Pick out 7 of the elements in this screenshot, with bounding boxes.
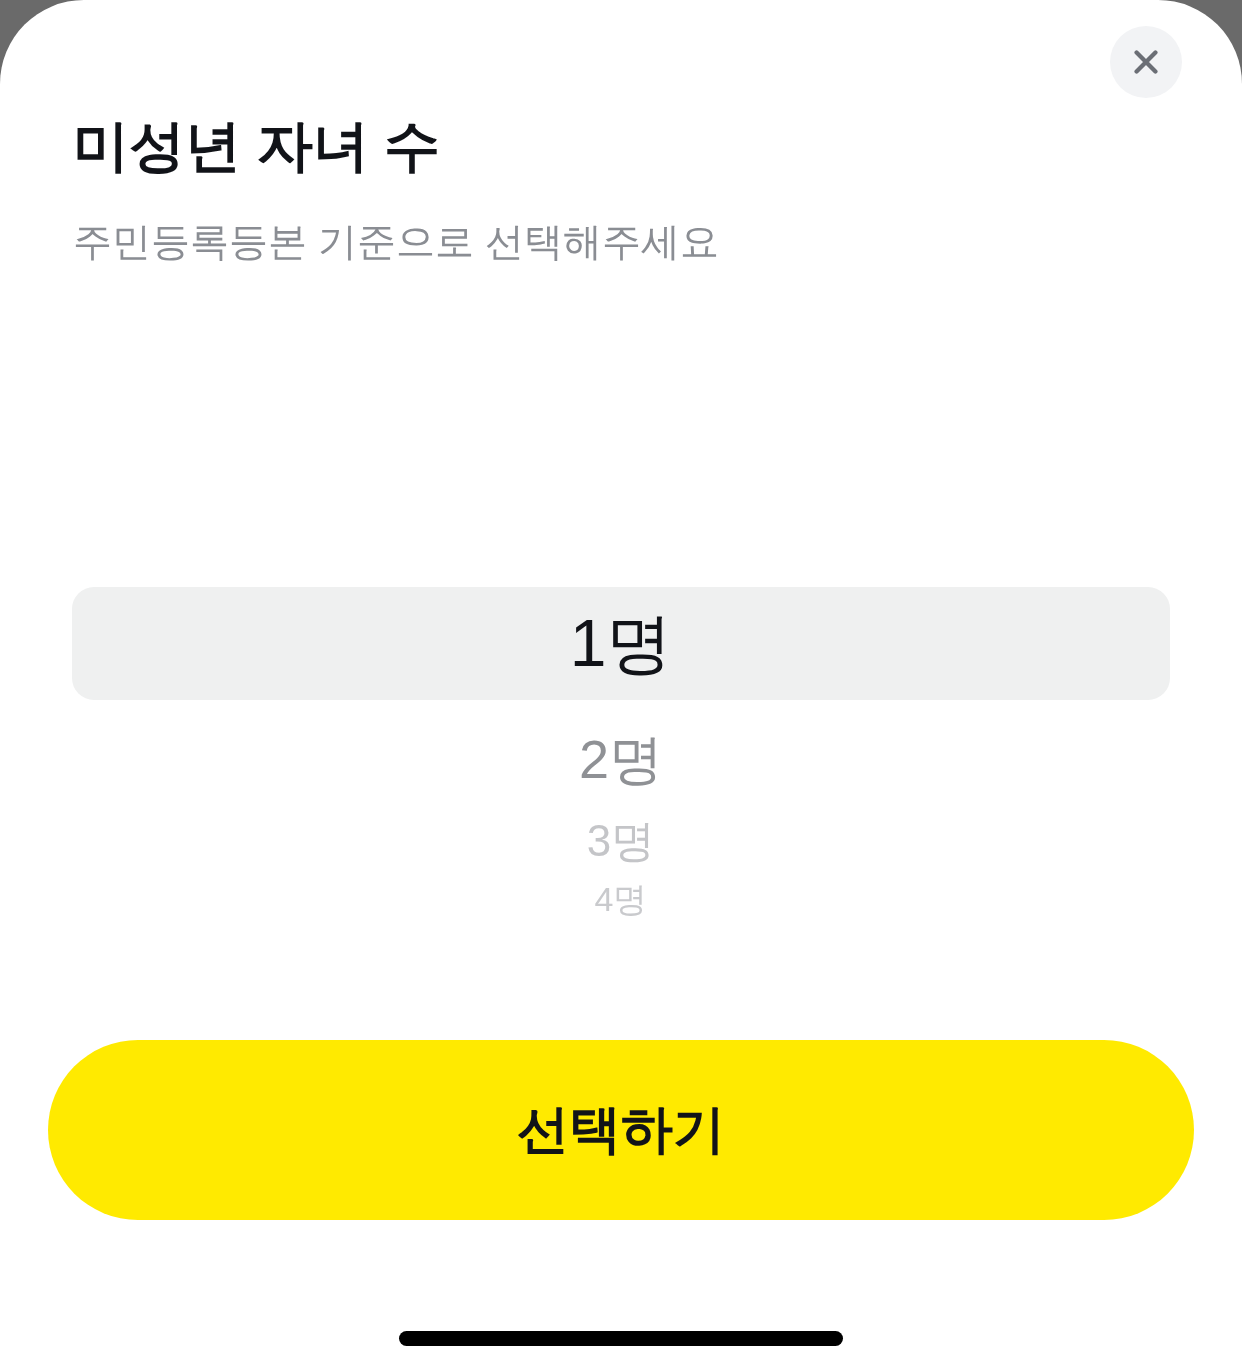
picker-selected-row[interactable]: 1명 bbox=[72, 587, 1170, 700]
picker-option[interactable]: 3명 bbox=[72, 816, 1170, 866]
sheet-subtitle: 주민등록등본 기준으로 선택해주세요 bbox=[73, 219, 719, 265]
sheet-title: 미성년 자녀 수 bbox=[73, 113, 441, 179]
confirm-button[interactable]: 선택하기 bbox=[48, 1040, 1194, 1220]
close-icon bbox=[1134, 50, 1158, 74]
picker-option[interactable]: 2명 bbox=[72, 704, 1170, 816]
